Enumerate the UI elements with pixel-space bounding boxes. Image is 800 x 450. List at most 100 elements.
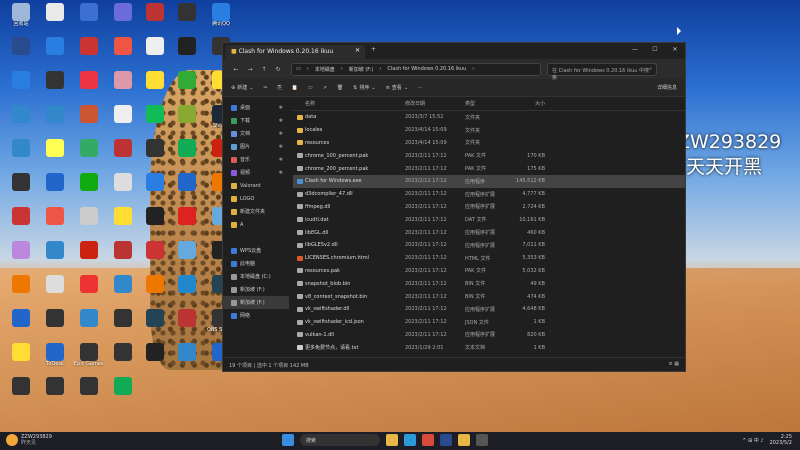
start-icon[interactable] — [282, 434, 294, 446]
desktop-icon[interactable] — [40, 3, 70, 21]
file-row[interactable]: vk_swiftshader_icd.json 2023/2/11 17:12 JS… — [293, 316, 685, 329]
column-date[interactable]: 修改日期 — [405, 100, 425, 107]
desktop-icon[interactable] — [108, 173, 138, 191]
desktop-icon[interactable] — [108, 105, 138, 123]
desktop-icon[interactable]: 腾讯QQ — [206, 3, 236, 27]
files-icon[interactable] — [386, 434, 398, 446]
clock[interactable]: 2:25 2023/5/2 — [770, 434, 792, 446]
desktop-icon[interactable] — [6, 173, 36, 191]
desktop-icon[interactable] — [140, 343, 170, 361]
file-row[interactable]: resources.pak 2023/2/11 17:12 PAK 文件 5,032 … — [293, 265, 685, 278]
desktop-icon[interactable] — [172, 173, 202, 191]
column-type[interactable]: 类型 — [465, 100, 475, 107]
file-row[interactable]: d3dcompiler_47.dll 2023/2/11 17:12 应用程序扩展 4… — [293, 188, 685, 201]
toolbar-button[interactable]: ⇅ 排序 ⌄ — [353, 84, 375, 92]
desktop-icon[interactable] — [140, 37, 170, 55]
desktop-icon[interactable] — [140, 275, 170, 293]
sidebar-item[interactable]: 此电脑 — [223, 257, 289, 270]
taskbar-search[interactable]: 搜索 — [300, 434, 380, 446]
desktop-icon[interactable] — [74, 377, 104, 395]
details-pane-button[interactable]: 详细信息 — [657, 84, 677, 91]
forward-button[interactable]: → — [243, 66, 257, 73]
search-input[interactable]: 在 Clash for Windows 0.20.16 ikuu 中搜索 ⌕ — [547, 62, 657, 81]
desktop-icon[interactable] — [74, 309, 104, 327]
desktop-icon[interactable] — [172, 241, 202, 259]
file-row[interactable]: chrome_200_percent.pak 2023/2/11 17:12 PAK… — [293, 162, 685, 175]
tab-close-icon[interactable]: ✕ — [355, 47, 360, 54]
explorer-tab[interactable]: ■ Clash for Windows 0.20.16 ikuu ✕ — [225, 45, 365, 59]
desktop-icon[interactable] — [74, 207, 104, 225]
desktop-icon[interactable] — [40, 275, 70, 293]
desktop-icon[interactable] — [140, 309, 170, 327]
file-row[interactable]: icudtl.dat 2023/2/11 17:12 DAT 文件 10,161 KB — [293, 213, 685, 226]
desktop-icon[interactable] — [140, 139, 170, 157]
sidebar-item[interactable]: 网络 — [223, 309, 289, 322]
desktop-icon[interactable] — [74, 275, 104, 293]
desktop-icon[interactable] — [6, 309, 36, 327]
desktop-icon[interactable] — [108, 37, 138, 55]
minimize-button[interactable]: — — [625, 43, 645, 57]
sidebar-item[interactable]: 下载 ✱ — [223, 114, 289, 127]
desktop-icon[interactable] — [74, 173, 104, 191]
breadcrumb-item[interactable]: 本地磁盘 — [315, 66, 335, 73]
desktop-icon[interactable] — [40, 173, 70, 191]
desktop-icon[interactable] — [6, 241, 36, 259]
sidebar-item[interactable]: 音乐 ✱ — [223, 153, 289, 166]
desktop-icon[interactable] — [6, 377, 36, 395]
sidebar-item[interactable]: 新加坡 (F:) — [223, 296, 289, 309]
column-name[interactable]: 名称 — [305, 100, 315, 107]
desktop-icon[interactable] — [74, 37, 104, 55]
sidebar-item[interactable]: 新建文件夹 — [223, 205, 289, 218]
desktop-icon[interactable] — [108, 343, 138, 361]
file-row[interactable]: 更多免费节点，请看.txt 2023/1/29 2:01 文本文档 1 KB — [293, 341, 685, 354]
sidebar-item[interactable]: 桌面 ✱ — [223, 101, 289, 114]
toolbar-button[interactable]: ≡ 查看 ⌄ — [386, 84, 408, 92]
steam-icon[interactable] — [440, 434, 452, 446]
file-row[interactable]: LICENSES.chromium.html 2023/2/11 17:12 HTM… — [293, 252, 685, 265]
sidebar-item[interactable]: Valorant — [223, 179, 289, 192]
desktop-icon[interactable]: ToDesk — [40, 343, 70, 367]
desktop-icon[interactable] — [40, 71, 70, 89]
edge-icon[interactable] — [404, 434, 416, 446]
desktop-icon[interactable]: Epic Games Launcher — [74, 343, 104, 367]
sidebar-item[interactable]: 视频 ✱ — [223, 166, 289, 179]
file-row[interactable]: libEGL.dll 2023/2/11 17:12 应用程序扩展 460 KB — [293, 226, 685, 239]
desktop-icon[interactable] — [140, 3, 170, 21]
up-button[interactable]: ↑ — [257, 66, 271, 73]
breadcrumb-item[interactable]: 新加坡 (F:) — [349, 66, 374, 73]
file-row[interactable]: vk_swiftshader.dll 2023/2/11 17:12 应用程序扩展 4… — [293, 303, 685, 316]
sidebar-item[interactable]: 文档 ✱ — [223, 127, 289, 140]
desktop-icon[interactable] — [172, 105, 202, 123]
tray-icons[interactable]: ^ ⊞ 中 ♪ — [742, 437, 763, 444]
file-row[interactable]: data 2023/3/7 15:52 文件夹 — [293, 111, 685, 124]
sidebar-item[interactable]: LOGO — [223, 192, 289, 205]
desktop-icon[interactable] — [6, 105, 36, 123]
back-button[interactable]: ← — [229, 66, 243, 73]
sidebar-item[interactable]: 本地磁盘 (C:) — [223, 270, 289, 283]
desktop-icon[interactable] — [40, 105, 70, 123]
desktop-icon[interactable] — [108, 3, 138, 21]
taskbar-widget[interactable]: ZZW293829 昨天见 — [6, 434, 52, 446]
desktop-icon[interactable] — [172, 3, 202, 21]
explorer-icon[interactable] — [458, 434, 470, 446]
sidebar-item[interactable]: 图片 ✱ — [223, 140, 289, 153]
address-bar[interactable]: ▭ › 本地磁盘 › 新加坡 (F:) › Clash for Windows … — [291, 62, 541, 76]
desktop-icon[interactable] — [108, 71, 138, 89]
file-row[interactable]: snapshot_blob.bin 2023/2/11 17:12 BIN 文件 49… — [293, 277, 685, 290]
desktop-icon[interactable] — [140, 207, 170, 225]
breadcrumb-item[interactable]: Clash for Windows 0.20.16 ikuu — [387, 66, 466, 72]
app-icon[interactable] — [476, 434, 488, 446]
desktop-icon[interactable] — [74, 105, 104, 123]
desktop-icon[interactable] — [40, 37, 70, 55]
desktop-icon[interactable] — [140, 173, 170, 191]
desktop-icon[interactable] — [40, 377, 70, 395]
desktop-icon[interactable] — [140, 105, 170, 123]
desktop-icon[interactable] — [6, 71, 36, 89]
toolbar-button[interactable]: ✂ — [263, 85, 267, 91]
sidebar-item[interactable]: 新加坡 (F:) — [223, 283, 289, 296]
sidebar-item[interactable]: A — [223, 218, 289, 231]
desktop-icon[interactable] — [108, 139, 138, 157]
file-row[interactable]: Clash for Windows.exe 2023/2/11 17:12 应用程序… — [293, 174, 685, 188]
desktop-icon[interactable] — [140, 71, 170, 89]
desktop-icon[interactable] — [140, 241, 170, 259]
